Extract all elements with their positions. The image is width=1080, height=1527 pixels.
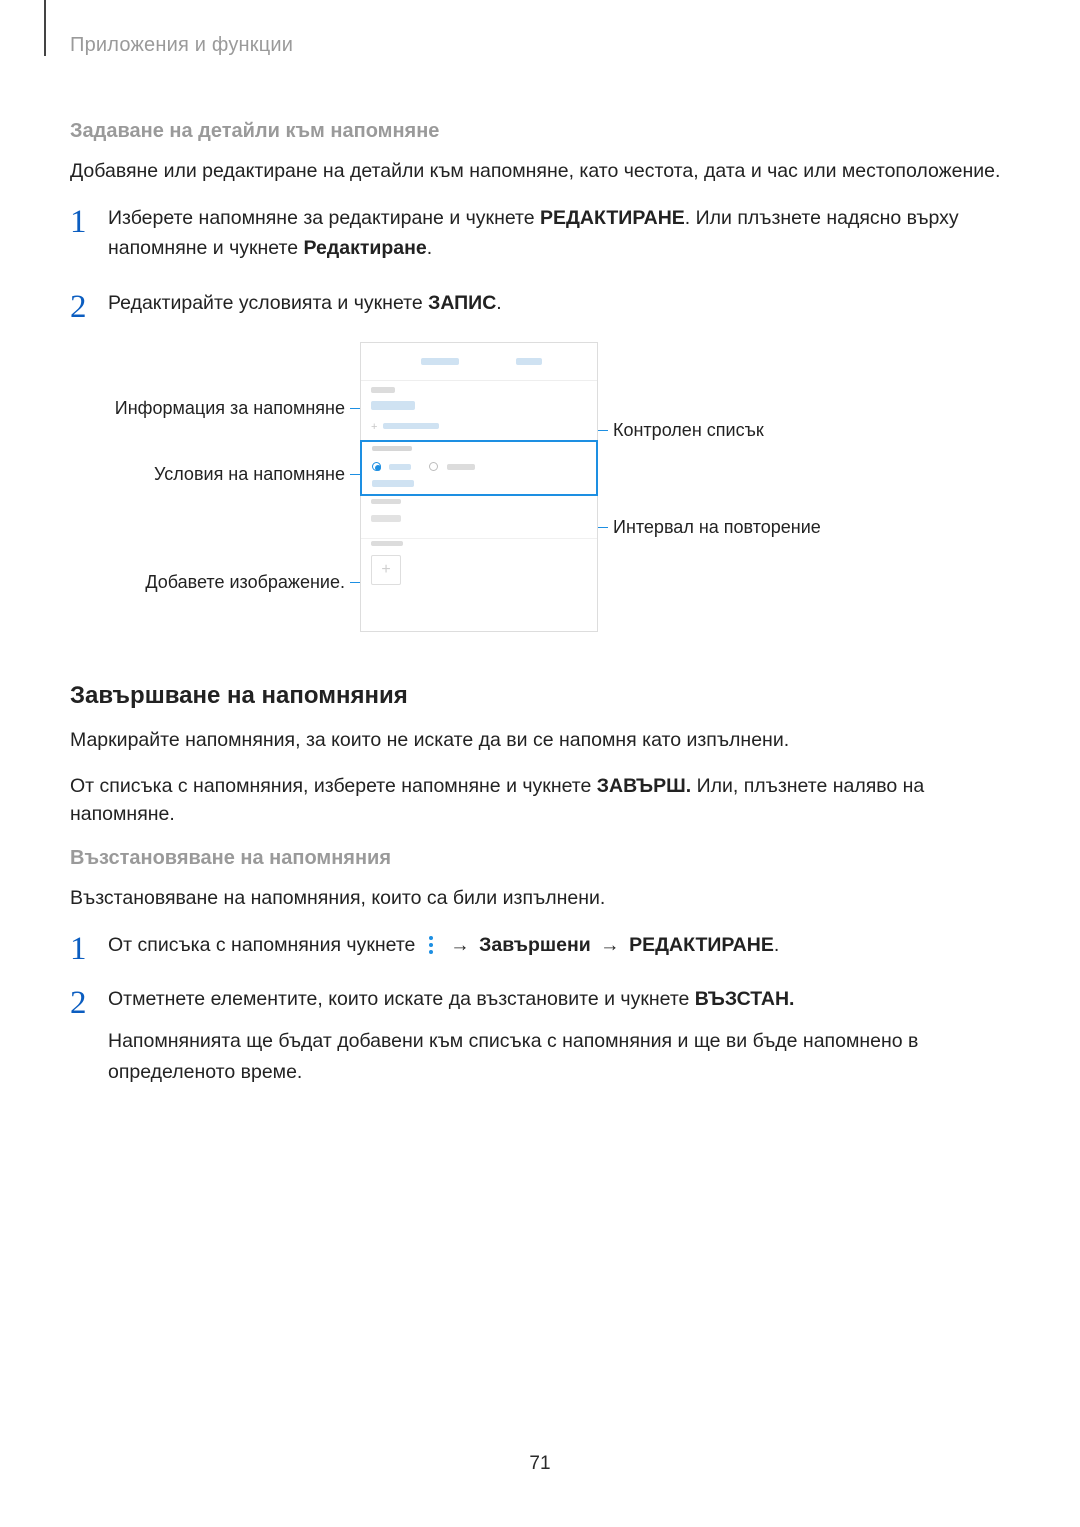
mock-radio-row bbox=[372, 458, 475, 476]
s3-step1-bold-1: Завършени bbox=[479, 934, 591, 956]
ordered-list-1: 1 Изберете напомняне за редактиране и чу… bbox=[70, 203, 1010, 318]
step1-text-a: Изберете напомняне за редактиране и чукн… bbox=[108, 207, 540, 229]
list-item: 2 Редактирайте условията и чукнете ЗАПИС… bbox=[70, 288, 1010, 318]
paragraph-intro-1: Добавяне или редактиране на детайли към … bbox=[70, 157, 1010, 185]
step-number-2: 2 bbox=[70, 282, 87, 333]
radio-unselected-icon bbox=[429, 462, 438, 471]
s3-step2-a: Отметнете елементите, които искате да въ… bbox=[108, 988, 695, 1010]
mock-section-image: + bbox=[361, 539, 597, 599]
page-header: Приложения и функции bbox=[70, 34, 1010, 70]
mock-add-checklist: + bbox=[371, 421, 377, 433]
mock-blur bbox=[447, 464, 475, 470]
mock-blur bbox=[421, 358, 459, 365]
s3-step1-a: От списъка с напомняния чукнете bbox=[108, 934, 421, 956]
step2-text-a: Редактирайте условията и чукнете bbox=[108, 292, 428, 314]
mock-section-conditions bbox=[360, 440, 598, 496]
p2-text-a: От списъка с напомняния, изберете напомн… bbox=[70, 775, 597, 797]
mock-blur bbox=[372, 480, 414, 487]
p2-bold: ЗАВЪРШ. bbox=[597, 775, 691, 797]
manual-page: Приложения и функции Задаване на детайли… bbox=[0, 0, 1080, 1527]
mock-blur bbox=[371, 541, 403, 546]
mock-blur bbox=[371, 515, 401, 522]
list-item: 2 Отметнете елементите, които искате да … bbox=[70, 984, 1010, 1087]
phone-mock: + + bbox=[360, 342, 598, 632]
list-item: 1 От списъка с напомняния чукнете → Завъ… bbox=[70, 930, 1010, 960]
page-number: 71 bbox=[0, 1453, 1080, 1475]
mock-blur bbox=[371, 401, 415, 410]
arrow-2: → bbox=[595, 934, 625, 956]
step2-bold: ЗАПИС bbox=[428, 292, 496, 314]
heading-complete: Завършване на напомняния bbox=[70, 682, 1010, 710]
ordered-list-2: 1 От списъка с напомняния чукнете → Завъ… bbox=[70, 930, 1010, 1087]
arrow-1: → bbox=[445, 934, 475, 956]
s3-step2-bold: ВЪЗСТАН. bbox=[695, 988, 795, 1010]
step-number-1: 1 bbox=[70, 924, 87, 975]
step1-text-d: . bbox=[427, 237, 432, 259]
paragraph-complete-2: От списъка с напомняния, изберете напомн… bbox=[70, 772, 1010, 829]
step-number-2: 2 bbox=[70, 978, 87, 1029]
step-number-1: 1 bbox=[70, 197, 87, 248]
paragraph-restore-intro: Възстановяване на напомняния, които са б… bbox=[70, 884, 1010, 912]
subheading-details: Задаване на детайли към напомняне bbox=[70, 120, 1010, 143]
add-image-icon: + bbox=[371, 555, 401, 585]
mock-blur bbox=[516, 358, 542, 365]
mock-section-repeat bbox=[361, 495, 597, 539]
callout-right-2: Интервал на повторение bbox=[613, 517, 821, 538]
mock-blur bbox=[371, 387, 395, 393]
s3-step1-f: . bbox=[774, 934, 779, 956]
step1-bold-1: РЕДАКТИРАНЕ bbox=[540, 207, 685, 229]
more-options-icon bbox=[424, 936, 438, 954]
step2-text-c: . bbox=[496, 292, 501, 314]
mock-blur bbox=[371, 499, 401, 504]
s3-step1-bold-2: РЕДАКТИРАНЕ bbox=[629, 934, 774, 956]
paragraph-complete-1: Маркирайте напомняния, за които не искат… bbox=[70, 726, 1010, 754]
annotated-figure: Информация за напомняне Условия на напом… bbox=[70, 342, 1010, 642]
mock-section-info: + bbox=[361, 381, 597, 441]
running-header: Приложения и функции bbox=[70, 34, 1010, 57]
callout-left-2: Условия на напомняне bbox=[70, 464, 345, 485]
callout-left-1: Информация за напомняне bbox=[70, 398, 345, 419]
s3-step2-p: Напомнянията ще бъдат добавени към списъ… bbox=[108, 1030, 918, 1082]
mock-blur bbox=[383, 423, 439, 429]
subheading-restore: Възстановяване на напомняния bbox=[70, 847, 1010, 870]
callout-left-3: Добавете изображение. bbox=[70, 572, 345, 593]
step1-bold-2: Редактиране bbox=[303, 237, 426, 259]
mock-blur bbox=[372, 446, 412, 451]
callout-right-1: Контролен списък bbox=[613, 420, 764, 441]
list-item: 1 Изберете напомняне за редактиране и чу… bbox=[70, 203, 1010, 263]
radio-selected-icon bbox=[372, 462, 381, 471]
mock-blur bbox=[389, 464, 411, 470]
mock-header bbox=[361, 343, 597, 381]
header-rule bbox=[44, 0, 46, 56]
